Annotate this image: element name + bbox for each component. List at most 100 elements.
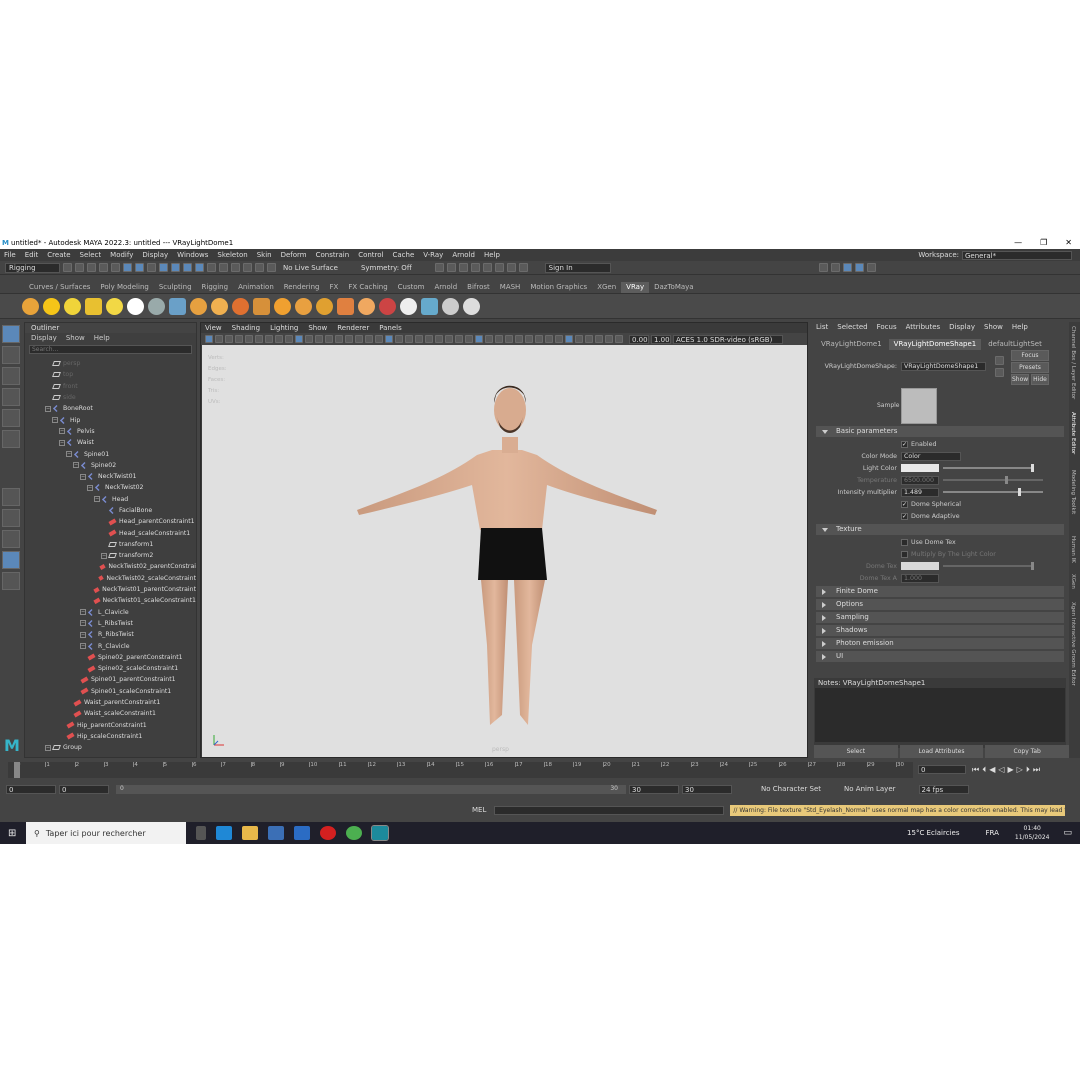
focus-button[interactable]: Focus xyxy=(1011,350,1049,361)
end-time-field[interactable]: 30 xyxy=(629,784,679,794)
shelf-tool-icon[interactable] xyxy=(421,297,438,315)
shelf-tab-animation[interactable]: Animation xyxy=(233,282,279,293)
expand-icon[interactable] xyxy=(66,700,72,706)
side-tab-xgen-groom[interactable]: Xgen Interactive Groom Editor xyxy=(1070,602,1076,686)
ae-menu-focus[interactable]: Focus xyxy=(877,322,897,333)
expand-icon[interactable] xyxy=(73,677,79,683)
notifications-icon[interactable]: ▭ xyxy=(1063,828,1072,838)
expand-icon[interactable]: − xyxy=(59,439,65,446)
outliner-node[interactable]: − Waist xyxy=(25,437,196,448)
outliner-node[interactable]: − Hip xyxy=(25,414,196,425)
expand-icon[interactable] xyxy=(101,541,107,547)
anim-layer-label[interactable]: No Anim Layer xyxy=(844,785,895,793)
viewport-tool-icon[interactable] xyxy=(575,335,583,343)
expand-icon[interactable] xyxy=(94,575,97,581)
menu-vray[interactable]: V-Ray xyxy=(423,251,443,259)
expand-icon[interactable] xyxy=(45,361,51,367)
four-view-icon[interactable] xyxy=(2,509,20,527)
vray-pause-icon[interactable] xyxy=(518,263,528,272)
expand-icon[interactable] xyxy=(59,722,65,728)
outliner-node[interactable]: − Head xyxy=(25,494,196,505)
live-surface-label[interactable]: No Live Surface xyxy=(283,264,338,272)
shelf-tab-rigging[interactable]: Rigging xyxy=(197,282,234,293)
expand-icon[interactable] xyxy=(59,733,65,739)
layout-icon[interactable] xyxy=(830,263,840,272)
close-button[interactable]: ✕ xyxy=(1065,238,1072,247)
hide-button[interactable]: Hide xyxy=(1031,374,1049,385)
viewport-tool-icon[interactable] xyxy=(405,335,413,343)
viewport-tool-icon[interactable] xyxy=(495,335,503,343)
outliner-node[interactable]: top xyxy=(25,369,196,380)
viewport-tool-icon[interactable] xyxy=(345,335,353,343)
shelf-tool-icon[interactable] xyxy=(232,297,249,315)
viewport-tool-icon[interactable] xyxy=(425,335,433,343)
viewport-tool-icon[interactable] xyxy=(485,335,493,343)
opera-icon[interactable] xyxy=(320,826,336,840)
expand-icon[interactable] xyxy=(87,598,92,604)
current-time-marker[interactable] xyxy=(14,762,20,778)
outliner-node[interactable]: NeckTwist01_scaleConstraint1 xyxy=(25,595,196,606)
expand-icon[interactable]: − xyxy=(73,462,79,469)
viewport-tool-icon[interactable] xyxy=(435,335,443,343)
panel-toggle-icon[interactable] xyxy=(842,263,852,272)
anim-start-field[interactable]: 0 xyxy=(59,784,109,794)
viewport-tool-icon[interactable] xyxy=(285,335,293,343)
anim-end-field[interactable]: 30 xyxy=(682,784,732,794)
vray-play-icon[interactable] xyxy=(506,263,516,272)
ae-menu-show[interactable]: Show xyxy=(984,322,1003,333)
menu-skeleton[interactable]: Skeleton xyxy=(217,251,247,259)
presets-button[interactable]: Presets xyxy=(1011,362,1049,373)
light-color-slider[interactable] xyxy=(943,464,1034,472)
shelf-tool-icon[interactable] xyxy=(379,297,396,315)
dome-tex-swatch[interactable] xyxy=(901,562,939,570)
expand-icon[interactable] xyxy=(73,688,79,694)
outliner-node[interactable]: − L_RibsTwist xyxy=(25,618,196,629)
render-sequence-icon[interactable] xyxy=(446,263,456,272)
rotate-tool-icon[interactable] xyxy=(2,409,20,427)
two-view-icon[interactable] xyxy=(2,530,20,548)
step-forward-icon[interactable]: ▷ xyxy=(1017,765,1023,775)
shelf-tool-icon[interactable] xyxy=(106,297,123,315)
mail-icon[interactable] xyxy=(294,826,310,840)
dome-tex-a-field[interactable]: 1.000 xyxy=(901,573,939,583)
viewport-tool-icon[interactable] xyxy=(445,335,453,343)
outliner-node[interactable]: front xyxy=(25,381,196,392)
expand-icon[interactable]: − xyxy=(59,428,65,435)
vp-menu-renderer[interactable]: Renderer xyxy=(337,323,369,333)
outliner-node[interactable]: − Pelvis xyxy=(25,426,196,437)
show-button[interactable]: Show xyxy=(1011,374,1029,385)
select-surfaces-icon[interactable] xyxy=(195,263,204,272)
workspace-dropdown[interactable]: General* xyxy=(962,250,1072,260)
viewport-tool-icon[interactable] xyxy=(505,335,513,343)
shelf-tool-icon[interactable] xyxy=(295,297,312,315)
menu-deform[interactable]: Deform xyxy=(281,251,307,259)
section-sampling[interactable]: Sampling xyxy=(816,612,1064,623)
copy-tab-button[interactable]: Copy Tab xyxy=(985,745,1070,758)
section-options[interactable]: Options xyxy=(816,599,1064,610)
shelf-tab-fx-caching[interactable]: FX Caching xyxy=(343,282,392,293)
select-joints-icon[interactable] xyxy=(171,263,180,272)
play-back-icon[interactable]: ◁ xyxy=(998,765,1004,775)
viewport-tool-icon[interactable] xyxy=(465,335,473,343)
go-to-start-icon[interactable]: ⏮ xyxy=(972,765,979,775)
menu-display[interactable]: Display xyxy=(142,251,168,259)
viewport-tool-icon[interactable] xyxy=(525,335,533,343)
snap-surface-icon[interactable] xyxy=(267,263,276,272)
fps-dropdown[interactable]: 24 fps xyxy=(918,784,969,794)
outliner-node[interactable]: NeckTwist01_parentConstraint xyxy=(25,584,196,595)
save-scene-icon[interactable] xyxy=(87,263,96,272)
viewport-tool-icon[interactable] xyxy=(315,335,323,343)
shelf-tool-icon[interactable] xyxy=(400,297,417,315)
viewport-tool-icon[interactable] xyxy=(245,335,253,343)
weather-text[interactable]: 15°C Eclaircies xyxy=(907,829,959,837)
select-handles-icon[interactable] xyxy=(159,263,168,272)
vp-menu-shading[interactable]: Shading xyxy=(232,323,260,333)
side-tab-attribute-editor[interactable]: Attribute Editor xyxy=(1070,412,1076,454)
scale-tool-icon[interactable] xyxy=(2,430,20,448)
outliner-node[interactable]: − Spine02 xyxy=(25,460,196,471)
ipr-render-icon[interactable] xyxy=(458,263,468,272)
render-settings-icon[interactable] xyxy=(470,263,480,272)
symmetry-label[interactable]: Symmetry: Off xyxy=(361,264,412,272)
command-language[interactable]: MEL xyxy=(472,806,486,814)
expand-icon[interactable]: − xyxy=(45,744,51,751)
